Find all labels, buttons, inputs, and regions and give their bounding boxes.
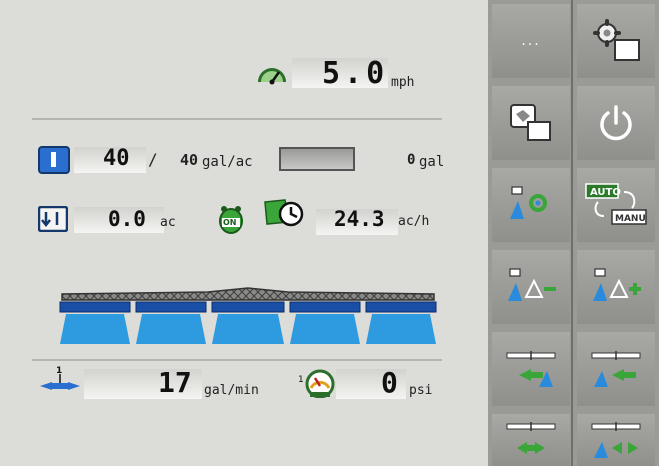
sprayer-on-badge: ON (223, 218, 237, 227)
flow-unit: gal/min (204, 383, 259, 398)
boom-section-5 (365, 301, 437, 344)
rate-decrease-button[interactable] (492, 250, 570, 324)
boom-fold-left-icon (506, 422, 556, 454)
area-value: 0.0 (108, 207, 146, 231)
tank-value: 0 (407, 152, 416, 168)
area-counter-icon (38, 206, 68, 232)
sidebar-divider (571, 0, 573, 466)
boom-fold-right-button[interactable] (577, 414, 655, 466)
section-target-icon (510, 186, 547, 219)
area-rate-clock-icon (264, 199, 304, 227)
manu-label: MANU (615, 214, 646, 224)
spray-boom-diagram (59, 287, 437, 344)
pressure-unit: psi (409, 383, 433, 398)
speed-unit: mph (391, 75, 415, 90)
flow-section-marker: 1 (56, 366, 63, 376)
divider-top (32, 118, 442, 120)
pressure-gauge-icon (305, 369, 335, 398)
section-target-button[interactable] (492, 168, 570, 242)
gear-icon (593, 19, 640, 61)
divider-bottom (32, 359, 442, 361)
display-switch-icon (510, 104, 551, 141)
boom-section-1 (59, 301, 131, 344)
rate-increase-button[interactable] (577, 250, 655, 324)
speed-value: 5.0 (322, 56, 389, 91)
sidebar: ... AUTO MANU (488, 0, 659, 466)
tank-unit: gal (419, 154, 445, 170)
power-icon (600, 105, 632, 141)
boom-fold-left-button[interactable] (492, 414, 570, 466)
rate-separator: / (148, 150, 158, 169)
area-unit: ac (160, 215, 176, 230)
area-rate-unit: ac/h (398, 214, 430, 229)
rate-increase-icon (593, 268, 641, 301)
pressure-value: 0 (381, 366, 398, 399)
boom-shift-left-icon (506, 351, 556, 387)
speedometer-icon (258, 68, 286, 85)
flow-value: 17 (158, 366, 192, 399)
auto-manual-icon: AUTO MANU (585, 183, 647, 225)
tank-icon (38, 146, 70, 174)
auto-manual-toggle-button[interactable]: AUTO MANU (577, 168, 655, 242)
boom-section-4 (289, 301, 361, 344)
rate-unit: gal/ac (202, 154, 253, 170)
tank-level-bar (279, 147, 355, 171)
main-panel: 5.0 mph 40 / 40 gal/ac 0 gal 0.0 ac ON 2… (0, 0, 488, 466)
rate-actual-value: 40 (180, 151, 199, 169)
rate-target-value: 40 (103, 146, 130, 171)
display-switch-button[interactable] (492, 86, 570, 160)
boom-shift-left-button[interactable] (492, 332, 570, 406)
boom-section-2 (135, 301, 207, 344)
rate-decrease-icon (508, 268, 556, 301)
more-button[interactable]: ... (492, 4, 570, 78)
boom-section-3 (211, 301, 285, 344)
auto-label: AUTO (590, 187, 621, 198)
boom-fold-right-icon (591, 422, 641, 458)
area-rate-value: 24.3 (334, 207, 385, 231)
pressure-section-marker: 1 (298, 375, 304, 385)
more-label: ... (521, 33, 541, 49)
boom-shift-right-button[interactable] (577, 332, 655, 406)
power-button[interactable] (577, 86, 655, 160)
boom-shift-right-icon (591, 351, 641, 387)
settings-button[interactable] (577, 4, 655, 78)
